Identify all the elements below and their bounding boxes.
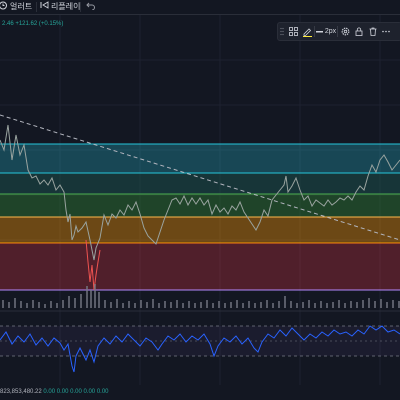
undo-icon	[86, 0, 96, 15]
indicator-values-row: 823,853,480.22 0.00 0.00 0.00 0.00 0.00	[0, 387, 109, 397]
lock-icon	[355, 27, 363, 36]
undo-button[interactable]	[86, 0, 96, 14]
indicator-value: 0.00	[56, 389, 69, 395]
gear-icon	[341, 27, 350, 36]
indicator-value: 0.00	[96, 389, 109, 395]
chart-top-toolbar: 얼러트 리플레이	[0, 0, 400, 15]
drag-handle-icon[interactable]	[278, 23, 286, 40]
toolbar-divider	[36, 2, 37, 12]
volume-value: 823,853,480.22	[0, 389, 42, 395]
zone-teal[interactable]	[0, 144, 400, 173]
toolbar-divider	[80, 2, 81, 12]
alarm-clock-icon	[0, 0, 8, 15]
alert-button[interactable]: 얼러트	[0, 0, 32, 14]
replay-button[interactable]: 리플레이	[40, 0, 80, 14]
settings-button[interactable]	[338, 23, 352, 40]
replay-label: 리플레이	[51, 2, 81, 11]
indicator-value: 0.00	[43, 389, 56, 395]
zone-red[interactable]	[0, 243, 400, 290]
template-icon	[288, 27, 298, 36]
pencil-icon	[302, 27, 312, 37]
price-change-legend: 2.46 +121.62 (+0.15%)	[2, 21, 64, 27]
delete-button[interactable]	[366, 23, 380, 40]
line-width-icon	[315, 30, 323, 34]
more-icon	[382, 30, 390, 33]
replay-icon	[40, 0, 49, 15]
alert-label: 얼러트	[10, 2, 33, 11]
line-color-button[interactable]	[300, 23, 314, 40]
indicator-value: 0.00	[83, 389, 96, 395]
price-chart[interactable]	[0, 15, 400, 385]
zone-teal-green[interactable]	[0, 173, 400, 194]
template-button[interactable]	[286, 23, 300, 40]
line-width-button[interactable]: 2px	[315, 23, 337, 40]
zone-orange[interactable]	[0, 217, 400, 243]
indicator-value: 0.00	[70, 389, 82, 395]
more-button[interactable]	[380, 23, 392, 40]
lock-button[interactable]	[352, 23, 366, 40]
line-width-label: 2px	[324, 28, 337, 35]
trash-icon	[369, 27, 377, 36]
drawing-toolbar: 2px	[277, 22, 400, 41]
